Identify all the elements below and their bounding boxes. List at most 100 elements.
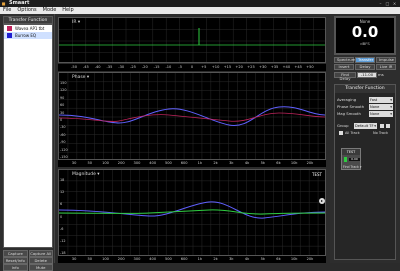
magnitude-label[interactable]: Magnitude ▾ bbox=[72, 172, 100, 177]
view-tabs: Insert Delay Live IR bbox=[334, 64, 396, 70]
measurement-chip[interactable]: TEST 0.00 Find Track ▾ bbox=[341, 148, 362, 170]
axis-tick-label: 100 bbox=[102, 161, 109, 165]
mute-button[interactable]: Mute bbox=[28, 264, 53, 271]
axis-tick-label: 5k bbox=[260, 161, 265, 165]
delay-value[interactable]: -11.00 bbox=[357, 72, 377, 78]
chip-color bbox=[344, 157, 347, 162]
axis-tick-label: +10 bbox=[211, 65, 220, 69]
axis-tick-label: -25 bbox=[130, 65, 136, 69]
phase-smooth-label: Phase Smooth bbox=[337, 104, 365, 109]
phase-smooth-select[interactable]: None bbox=[369, 104, 393, 110]
magnitude-blue-curve bbox=[59, 201, 325, 219]
y-tick-label: 150 bbox=[60, 81, 67, 85]
axis-tick-label: 30 bbox=[71, 257, 77, 261]
axis-tick-label: +25 bbox=[247, 65, 255, 69]
chip-delay[interactable]: 0.00 bbox=[349, 158, 360, 161]
axis-tick-label: +50 bbox=[306, 65, 314, 69]
axis-tick-label: 200 bbox=[117, 161, 125, 165]
axis-tick-label: 30 bbox=[71, 161, 77, 165]
close-button[interactable]: × bbox=[392, 1, 397, 6]
axis-tick-label: -5 bbox=[178, 65, 182, 69]
tab-delay[interactable]: Delay bbox=[355, 64, 375, 70]
impulse-response-plot[interactable]: IR ▾ bbox=[58, 17, 326, 63]
info-button[interactable]: Info bbox=[3, 264, 28, 271]
title-bar: ■ Smaart – □ × bbox=[0, 0, 400, 7]
right-panel: None 0.0 dBFS Spectrum Transfer Impulse … bbox=[330, 14, 400, 263]
axis-tick-label: 100 bbox=[102, 257, 109, 261]
group-label: Group bbox=[337, 123, 349, 128]
axis-tick-label: 6k bbox=[276, 161, 281, 165]
axis-tick-label: 2k bbox=[213, 161, 218, 165]
tab-spectrum[interactable]: Spectrum bbox=[334, 57, 355, 63]
find-delay-button[interactable]: Find Delay bbox=[334, 72, 356, 81]
menu-file[interactable]: File bbox=[3, 7, 11, 14]
menu-help[interactable]: Help bbox=[62, 7, 73, 14]
menu-mode[interactable]: Mode bbox=[43, 7, 57, 14]
axis-tick-label: 10k bbox=[290, 161, 298, 165]
axis-tick-label: 400 bbox=[149, 257, 157, 261]
group-select[interactable]: Default TF bbox=[354, 123, 377, 129]
ir-label[interactable]: IR ▾ bbox=[72, 20, 80, 25]
group-toggle[interactable] bbox=[386, 124, 390, 128]
axis-tick-label: 20k bbox=[306, 257, 314, 261]
no-track-label[interactable]: No Track bbox=[373, 130, 388, 136]
axis-tick-label: 10k bbox=[290, 257, 298, 261]
phase-blue-curve bbox=[59, 106, 325, 126]
sidebar: Transfer Function Wavea AP1 tbt Burrow E… bbox=[0, 14, 55, 271]
axis-tick-label: 4k bbox=[244, 257, 250, 261]
color-swatch bbox=[7, 26, 12, 31]
axis-tick-label: 400 bbox=[149, 161, 157, 165]
all-track-checkbox[interactable] bbox=[339, 131, 343, 135]
list-item[interactable]: Wavea AP1 tbt bbox=[4, 25, 52, 32]
mode-tabs: Spectrum Transfer Impulse bbox=[334, 57, 396, 63]
averaging-select[interactable]: Fast bbox=[369, 97, 393, 103]
axis-tick-label: -10 bbox=[165, 65, 172, 69]
maximize-button[interactable]: □ bbox=[385, 1, 390, 6]
capture-button[interactable]: Capture bbox=[3, 250, 28, 257]
axis-tick-label: 0 bbox=[190, 65, 194, 69]
minimize-button[interactable]: – bbox=[378, 1, 383, 6]
y-tick-label: 0 bbox=[60, 214, 63, 219]
scroll-handle[interactable]: ▸ bbox=[319, 198, 325, 204]
phase-label[interactable]: Phase ▾ bbox=[72, 75, 89, 80]
magnitude-trace bbox=[59, 170, 325, 255]
axis-tick-label: +5 bbox=[201, 65, 207, 69]
tab-impulse[interactable]: Impulse bbox=[376, 57, 396, 63]
axis-tick-label: 200 bbox=[117, 257, 125, 261]
axis-tick-label: 600 bbox=[180, 161, 188, 165]
axis-tick-label: 1k bbox=[197, 161, 203, 165]
phase-plot[interactable]: Phase ▾ 150 120 90 60 30 0 -30 -60 -90 -120 -150 bbox=[58, 72, 326, 160]
axis-tick-label: 1k bbox=[197, 257, 203, 261]
sidebar-header: Transfer Function bbox=[3, 16, 53, 24]
list-item[interactable]: Burrow EQ bbox=[4, 32, 52, 39]
axis-tick-label: -20 bbox=[141, 65, 148, 69]
transfer-function-panel: Transfer Function Averaging Fast Phase S… bbox=[334, 84, 396, 260]
axis-tick-label: -45 bbox=[82, 65, 89, 69]
axis-tick-label: -40 bbox=[94, 65, 101, 69]
list-item-label: Burrow EQ bbox=[15, 33, 37, 38]
capture-all-button[interactable]: Capture All bbox=[28, 250, 53, 257]
ir-trace bbox=[59, 18, 325, 62]
phase-smooth-row: Phase Smooth None bbox=[337, 104, 395, 110]
group-toggle[interactable] bbox=[380, 124, 384, 128]
axis-tick-label: -35 bbox=[106, 65, 113, 69]
y-tick-label: -12 bbox=[60, 238, 66, 243]
axis-tick-label: +20 bbox=[235, 65, 243, 69]
menu-options[interactable]: Options bbox=[17, 7, 36, 14]
y-tick-label: -60 bbox=[60, 132, 66, 137]
magnitude-plot[interactable]: Magnitude ▾ TEST 18 12 6 0 -6 -12 -18 ▸ bbox=[58, 169, 326, 256]
meter-unit: dBFS bbox=[360, 41, 370, 46]
tab-transfer[interactable]: Transfer bbox=[355, 57, 375, 63]
transfer-panel-title: Transfer Function bbox=[335, 85, 395, 93]
axis-tick-label: 3k bbox=[229, 161, 234, 165]
tab-live-ir[interactable]: Live IR bbox=[376, 64, 396, 70]
phase-x-axis: 30 50 100 200 300 400 500 600 1k 2k 3k 4k 5k 6k 10k 20k bbox=[58, 160, 326, 167]
axis-tick-label: -15 bbox=[153, 65, 160, 69]
y-tick-label: 0 bbox=[60, 118, 63, 122]
level-meter: None 0.0 dBFS bbox=[334, 16, 396, 55]
measurement-list[interactable]: Wavea AP1 tbt Burrow EQ bbox=[3, 24, 53, 248]
all-track-label: All Track bbox=[345, 131, 360, 135]
axis-tick-label: +40 bbox=[282, 65, 291, 69]
tab-insert[interactable]: Insert bbox=[334, 64, 354, 70]
mag-smooth-select[interactable]: None bbox=[369, 111, 393, 117]
